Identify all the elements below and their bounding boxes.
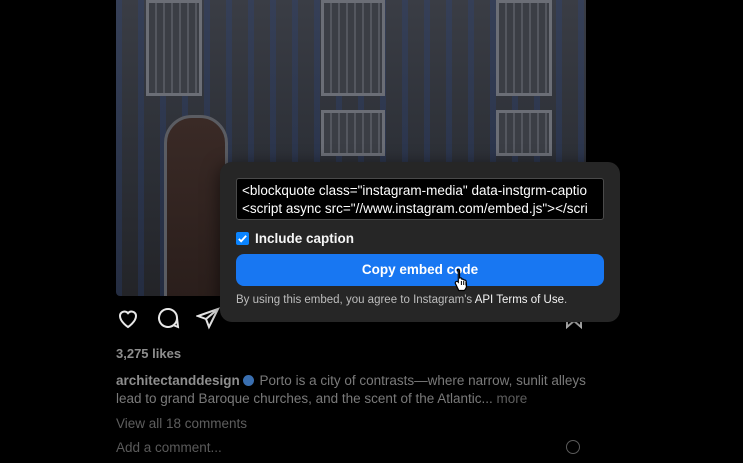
- add-comment-input[interactable]: Add a comment...: [116, 440, 222, 455]
- paper-plane-icon[interactable]: [195, 306, 222, 332]
- embed-panel: <blockquote class="instagram-media" data…: [220, 162, 620, 322]
- terms-notice: By using this embed, you agree to Instag…: [236, 294, 567, 306]
- likes-count[interactable]: 3,275 likes: [116, 346, 181, 361]
- heart-icon[interactable]: [116, 306, 142, 332]
- post-caption: architectanddesign Porto is a city of co…: [116, 372, 586, 408]
- verified-badge-icon: [242, 375, 254, 386]
- smiley-icon[interactable]: [566, 440, 580, 454]
- photo-window: [321, 110, 385, 156]
- caption-username[interactable]: architectanddesign: [116, 373, 240, 388]
- api-terms-link[interactable]: API Terms of Use: [475, 294, 564, 306]
- terms-suffix: .: [563, 294, 568, 306]
- photo-window: [146, 0, 202, 96]
- photo-window: [496, 0, 552, 96]
- embed-code-textarea[interactable]: <blockquote class="instagram-media" data…: [236, 178, 604, 220]
- comment-icon[interactable]: [156, 306, 182, 332]
- include-caption-label[interactable]: Include caption: [255, 231, 354, 246]
- photo-door: [164, 115, 228, 296]
- photo-window: [321, 0, 385, 96]
- embed-code-line: <blockquote class="instagram-media" data…: [242, 183, 587, 198]
- include-caption-row[interactable]: Include caption: [236, 230, 354, 246]
- terms-prefix: By using this embed, you agree to Instag…: [236, 294, 475, 306]
- embed-code-line: <script async src="//www.instagram.com/e…: [242, 201, 588, 216]
- more-link[interactable]: more: [497, 391, 528, 406]
- include-caption-checkbox[interactable]: [236, 231, 249, 245]
- hand-pointer-cursor-icon: [452, 268, 470, 292]
- copy-embed-code-button[interactable]: Copy embed code: [236, 254, 604, 286]
- view-comments-link[interactable]: View all 18 comments: [116, 416, 247, 431]
- photo-window: [496, 110, 552, 156]
